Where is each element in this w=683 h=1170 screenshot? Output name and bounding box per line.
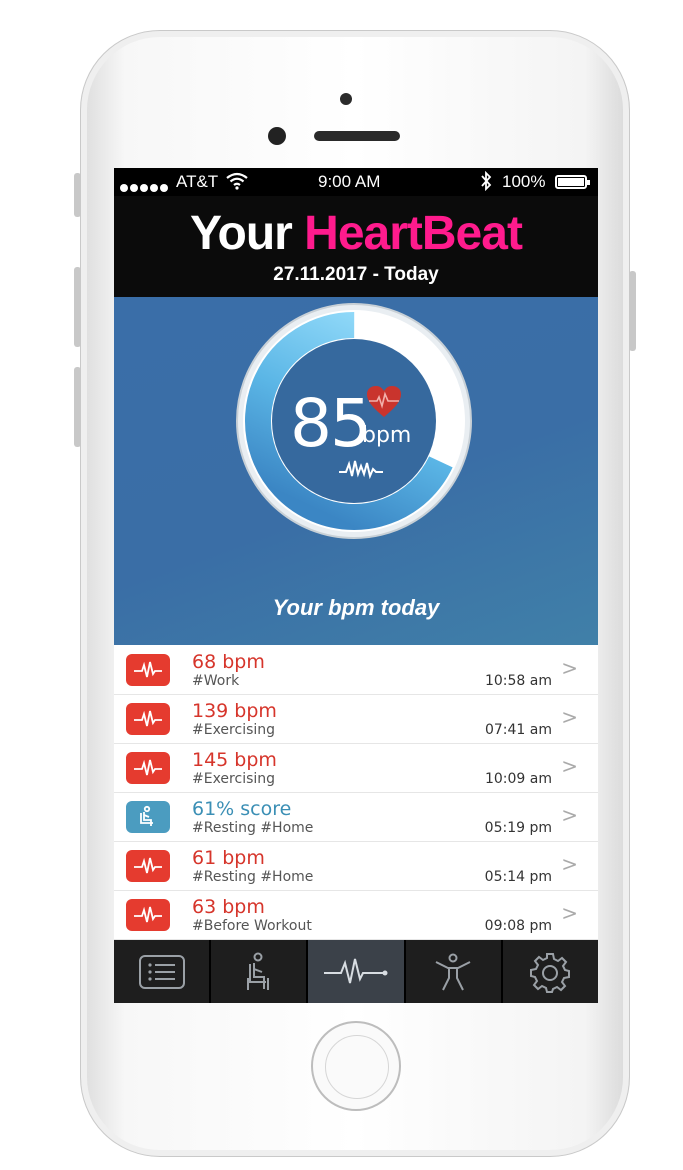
- heart-icon: [367, 386, 401, 417]
- reading-value: 145 bpm: [192, 749, 277, 771]
- exercise-person-icon: [435, 953, 471, 990]
- title-your: Your: [190, 207, 293, 260]
- app-header: Your HeartBeat 27.11.2017 - Today: [114, 196, 598, 297]
- heartbeat-icon: [126, 850, 170, 882]
- bluetooth-icon: [479, 170, 493, 196]
- reading-row[interactable]: 61 bpm #Resting #Home 05:14 pm >: [114, 842, 598, 891]
- chevron-right-icon: >: [561, 656, 578, 680]
- title-heartbeat: HeartBeat: [304, 207, 523, 260]
- reading-tags: #Work: [192, 673, 240, 689]
- reading-row[interactable]: 61% score #Resting #Home 05:19 pm >: [114, 793, 598, 842]
- sitting-person-icon: [126, 801, 170, 833]
- reading-time: 10:09 am: [484, 771, 552, 787]
- chevron-right-icon: >: [561, 705, 578, 729]
- page-title: Your HeartBeat: [114, 206, 598, 261]
- reading-value: 63 bpm: [192, 896, 265, 918]
- clock-time: 9:00 AM: [318, 172, 381, 191]
- tab-exercise[interactable]: [406, 940, 503, 1003]
- readings-list: 68 bpm #Work 10:58 am >139 bpm #Exercising 07…: [114, 646, 598, 940]
- reading-time: 05:14 pm: [484, 869, 552, 885]
- date-label: 27.11.2017 - Today: [273, 264, 439, 285]
- bpm-summary-panel: 85 bpm Your bpm today: [114, 297, 598, 645]
- status-bar: AT&T 9:00 AM 100%: [114, 168, 598, 196]
- reading-row[interactable]: 139 bpm #Exercising 07:41 am >: [114, 695, 598, 744]
- reading-time: 09:08 pm: [484, 918, 552, 934]
- reading-time: 05:19 pm: [484, 820, 552, 836]
- reading-tags: #Resting #Home: [192, 820, 314, 836]
- reading-tags: #Exercising: [192, 722, 276, 738]
- volume-down-button: [74, 367, 81, 447]
- volume-up-button: [74, 267, 81, 347]
- reading-tags: #Resting #Home: [192, 869, 314, 885]
- battery-icon: [555, 175, 590, 189]
- signal-strength-icon: [120, 177, 170, 197]
- carrier-label: AT&T: [176, 172, 219, 191]
- reading-row[interactable]: 145 bpm #Exercising 10:09 am >: [114, 744, 598, 793]
- battery-percent: 100%: [502, 172, 546, 191]
- bpm-value: 85: [290, 385, 372, 462]
- chevron-right-icon: >: [561, 803, 578, 827]
- wifi-icon: [226, 172, 248, 195]
- heartbeat-icon: [126, 899, 170, 931]
- reading-value: 61 bpm: [192, 847, 265, 869]
- mute-switch: [74, 173, 81, 217]
- reading-time: 07:41 am: [484, 722, 552, 738]
- bpm-unit: bpm: [362, 423, 412, 448]
- heartbeat-icon: [324, 958, 388, 983]
- reading-value: 61% score: [192, 798, 292, 820]
- proximity-sensor: [268, 127, 286, 145]
- chevron-right-icon: >: [561, 754, 578, 778]
- reading-row[interactable]: 63 bpm #Before Workout 09:08 pm >: [114, 891, 598, 940]
- reading-tags: #Before Workout: [192, 918, 312, 934]
- pulse-wave-icon: [339, 460, 383, 479]
- reading-value: 68 bpm: [192, 651, 265, 673]
- chevron-right-icon: >: [561, 901, 578, 925]
- power-button: [629, 271, 636, 351]
- tab-bar: [114, 940, 598, 1003]
- reading-time: 10:58 am: [484, 673, 552, 689]
- tab-settings[interactable]: [503, 940, 598, 1003]
- list-icon: [138, 954, 185, 989]
- reading-value: 139 bpm: [192, 700, 277, 722]
- tab-resting[interactable]: [211, 940, 309, 1003]
- bpm-caption: Your bpm today: [272, 595, 440, 620]
- front-camera: [340, 93, 352, 105]
- tab-list[interactable]: [114, 940, 212, 1003]
- heartbeat-icon: [126, 654, 170, 686]
- tab-heartbeat[interactable]: [308, 940, 406, 1003]
- reading-row[interactable]: 68 bpm #Work 10:58 am >: [114, 646, 598, 695]
- reading-tags: #Exercising: [192, 771, 276, 787]
- sitting-person-icon: [246, 952, 269, 990]
- gear-icon: [530, 952, 571, 993]
- chevron-right-icon: >: [561, 852, 578, 876]
- heartbeat-icon: [126, 752, 170, 784]
- heartbeat-icon: [126, 703, 170, 735]
- home-button[interactable]: [311, 1021, 401, 1111]
- app-screen: AT&T 9:00 AM 100% Your HeartBeat 27.11.2…: [114, 168, 598, 1003]
- earpiece-speaker: [314, 131, 400, 141]
